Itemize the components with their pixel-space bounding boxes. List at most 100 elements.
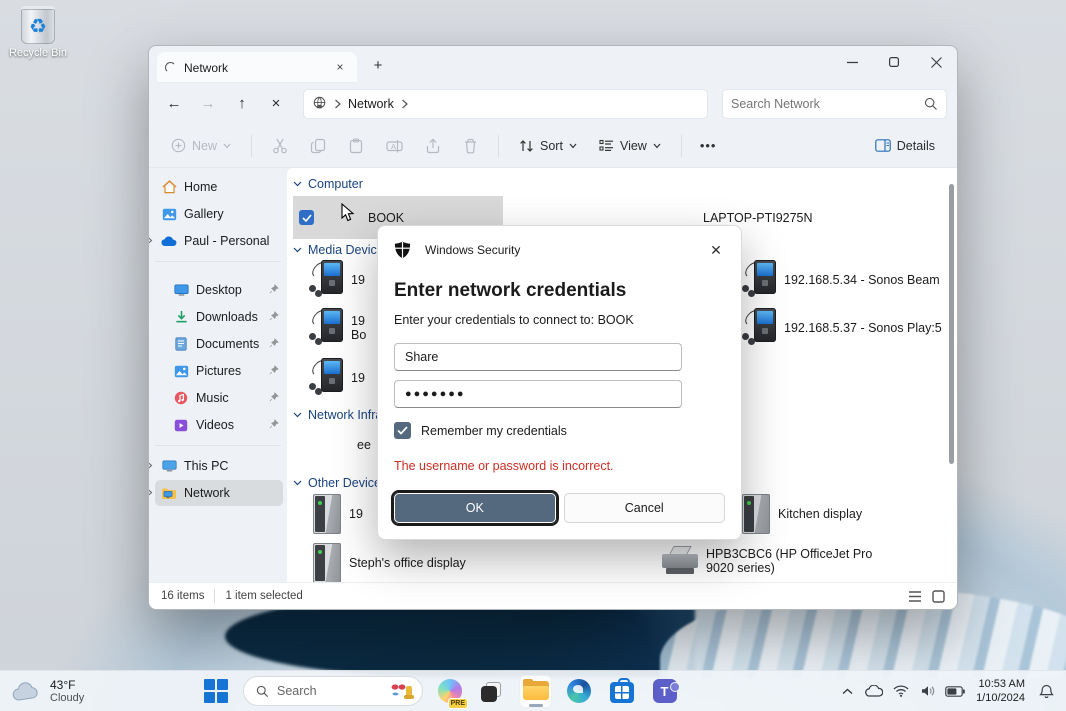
- dialog-close-button[interactable]: ✕: [701, 238, 731, 262]
- selection-checkbox[interactable]: [299, 210, 314, 225]
- taskbar-search[interactable]: Search: [243, 676, 423, 706]
- volume-icon[interactable]: [918, 685, 938, 697]
- clock[interactable]: 10:53 AM 1/10/2024: [976, 677, 1025, 706]
- edge-button[interactable]: [562, 675, 595, 708]
- search-icon[interactable]: [924, 97, 938, 111]
- group-header-computer[interactable]: Computer: [293, 177, 363, 191]
- expand-chevron-icon[interactable]: [149, 234, 153, 248]
- details-pane-button[interactable]: Details: [867, 133, 943, 159]
- device-tile-sonos-play5[interactable]: 192.168.5.37 - Sonos Play:5: [742, 308, 942, 348]
- more-options-button[interactable]: •••: [694, 138, 723, 153]
- sidebar-item-onedrive[interactable]: Paul - Personal: [155, 228, 283, 254]
- sidebar-item-this-pc[interactable]: This PC: [155, 453, 283, 479]
- address-bar[interactable]: Network: [303, 89, 708, 119]
- collapse-chevron-icon[interactable]: [293, 412, 302, 418]
- onedrive-tray-icon[interactable]: [864, 685, 884, 697]
- file-explorer-button[interactable]: [519, 675, 552, 708]
- minimize-button[interactable]: [831, 46, 873, 78]
- back-button[interactable]: ←: [159, 90, 189, 118]
- breadcrumb-chevron-icon[interactable]: [401, 99, 408, 109]
- scrollbar-thumb[interactable]: [949, 184, 954, 464]
- group-header-other-devices[interactable]: Other Devices: [293, 476, 387, 490]
- device-tile-media-3[interactable]: 19: [309, 358, 365, 398]
- tab-close-icon[interactable]: ×: [331, 59, 349, 77]
- maximize-button[interactable]: [873, 46, 915, 78]
- device-label: HPB3CBC6 (HP OfficeJet Pro 9020 series): [706, 547, 872, 575]
- device-label: BOOK: [368, 211, 404, 225]
- battery-icon[interactable]: [945, 686, 965, 697]
- password-field[interactable]: [394, 380, 682, 408]
- rename-button[interactable]: A: [378, 132, 411, 160]
- display-device-icon: [313, 494, 341, 534]
- device-tile-steph-display[interactable]: Steph's office display: [313, 543, 466, 582]
- task-view-button[interactable]: [476, 675, 509, 708]
- breadcrumb[interactable]: Network: [348, 97, 394, 111]
- notification-bell-icon[interactable]: [1036, 684, 1056, 699]
- collapse-chevron-icon[interactable]: [293, 247, 302, 253]
- remember-credentials-row[interactable]: Remember my credentials: [394, 422, 725, 439]
- windows-logo-icon: [204, 679, 229, 704]
- sidebar-item-gallery[interactable]: Gallery: [155, 201, 283, 227]
- printer-icon: [662, 546, 698, 576]
- sidebar-item-videos[interactable]: Videos: [167, 412, 283, 438]
- collapse-chevron-icon[interactable]: [293, 181, 302, 187]
- svg-text:A: A: [391, 142, 396, 151]
- vertical-scrollbar[interactable]: [948, 172, 955, 578]
- sidebar-item-home[interactable]: Home: [155, 174, 283, 200]
- videos-icon: [173, 417, 189, 433]
- details-view-toggle-icon[interactable]: [908, 590, 922, 603]
- cancel-button[interactable]: Cancel: [564, 493, 726, 523]
- new-tab-button[interactable]: +: [367, 57, 389, 74]
- microsoft-store-button[interactable]: [605, 675, 638, 708]
- remember-checkbox[interactable]: [394, 422, 411, 439]
- device-tile-kitchen-display[interactable]: Kitchen display: [742, 494, 862, 534]
- device-label: LAPTOP-PTI9275N: [703, 211, 813, 225]
- device-tile-other-1[interactable]: 19: [313, 494, 363, 534]
- recycle-bin[interactable]: ♻ Recycle Bin: [6, 6, 70, 59]
- large-icons-view-toggle-icon[interactable]: [932, 590, 945, 603]
- device-label: 19: [351, 371, 365, 385]
- sidebar-item-desktop[interactable]: Desktop: [167, 277, 283, 303]
- share-button[interactable]: [417, 132, 449, 160]
- teams-button[interactable]: T: [648, 675, 681, 708]
- device-tile-media-2[interactable]: 19 Bo: [309, 308, 366, 348]
- forward-button[interactable]: →: [193, 90, 223, 118]
- delete-button[interactable]: [455, 132, 486, 160]
- up-button[interactable]: ↑: [227, 90, 257, 118]
- close-button[interactable]: [915, 46, 957, 78]
- username-field[interactable]: [394, 343, 682, 371]
- expand-chevron-icon[interactable]: [149, 459, 153, 473]
- device-label: 192.168.5.37 - Sonos Play:5: [784, 321, 942, 335]
- paste-button[interactable]: [340, 132, 372, 160]
- tab-network[interactable]: Network ×: [157, 52, 357, 83]
- search-box[interactable]: [722, 89, 947, 119]
- taskbar-search-placeholder: Search: [277, 684, 382, 698]
- stop-refresh-button[interactable]: ×: [261, 90, 291, 118]
- cut-button[interactable]: [264, 132, 296, 160]
- ok-button[interactable]: OK: [394, 493, 556, 523]
- search-input[interactable]: [731, 97, 924, 111]
- weather-widget[interactable]: 43°F Cloudy: [0, 678, 200, 704]
- device-tile-media-1[interactable]: 19: [309, 260, 365, 300]
- device-tile-sonos-beam[interactable]: 192.168.5.34 - Sonos Beam: [742, 260, 940, 300]
- device-tile-printer[interactable]: HPB3CBC6 (HP OfficeJet Pro 9020 series): [662, 546, 872, 576]
- group-header-media-devices[interactable]: Media Devices: [293, 243, 390, 257]
- wifi-icon[interactable]: [891, 685, 911, 697]
- sidebar-item-documents[interactable]: Documents: [167, 331, 283, 357]
- copilot-button[interactable]: PRE: [433, 675, 466, 708]
- new-button[interactable]: New: [163, 132, 239, 159]
- expand-chevron-icon[interactable]: [149, 486, 153, 500]
- view-button[interactable]: View: [591, 133, 669, 159]
- teams-icon: T: [653, 679, 677, 703]
- sidebar-item-music[interactable]: Music: [167, 385, 283, 411]
- collapse-chevron-icon[interactable]: [293, 480, 302, 486]
- sidebar-item-downloads[interactable]: Downloads: [167, 304, 283, 330]
- clock-date: 1/10/2024: [976, 691, 1025, 705]
- sidebar-item-pictures[interactable]: Pictures: [167, 358, 283, 384]
- sidebar-item-network[interactable]: Network: [155, 480, 283, 506]
- tray-overflow-chevron-icon[interactable]: [837, 688, 857, 695]
- device-tile-router[interactable]: ee: [303, 430, 371, 460]
- copy-button[interactable]: [302, 132, 334, 160]
- sort-button[interactable]: Sort: [511, 133, 585, 159]
- start-button[interactable]: [200, 675, 233, 708]
